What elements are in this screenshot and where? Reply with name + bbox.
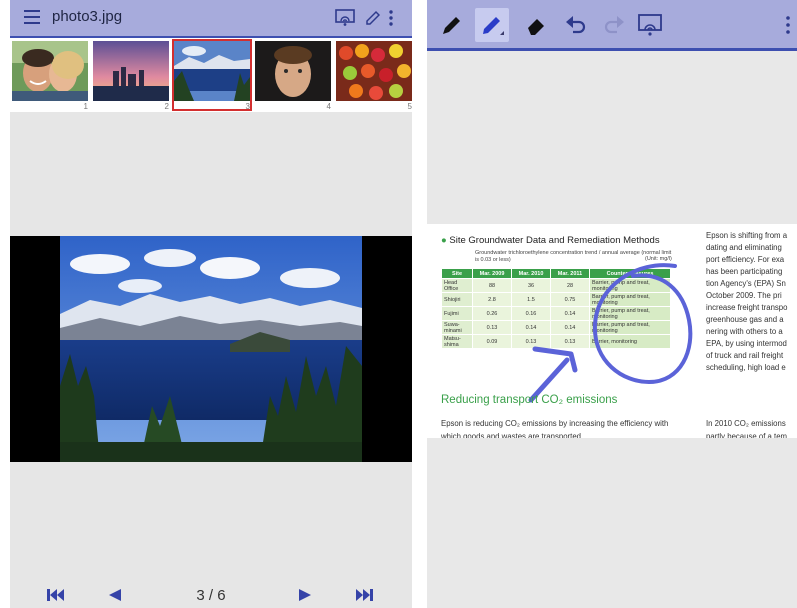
page-counter: 3 / 6 (196, 587, 226, 604)
annotation-screen: ● Site Groundwater Data and Remediation … (427, 0, 797, 608)
column-line: October 2009. The pri (706, 291, 782, 300)
marker-tool[interactable] (435, 8, 469, 42)
cast-button[interactable] (633, 8, 667, 42)
screen-cast-icon[interactable] (335, 9, 355, 27)
thumbnail-image-couple (12, 41, 88, 101)
app-bar: photo3.jpg (10, 0, 412, 38)
thumbnail-number: 3 (245, 102, 250, 111)
column-line: EPA, by using intermod (706, 339, 787, 348)
column-line: increase freight transpo (706, 303, 788, 312)
redo-button[interactable] (597, 8, 631, 42)
column-line: Epson is shifting from a (706, 231, 788, 240)
column-line: tion Agency's (EPA) Sn (706, 279, 786, 288)
document-page[interactable]: ● Site Groundwater Data and Remediation … (427, 224, 797, 438)
thumbnail-5[interactable]: 5 (336, 41, 412, 111)
redo-icon (604, 16, 624, 34)
eraser-tool[interactable] (519, 8, 553, 42)
thumbnail-number: 5 (407, 102, 412, 111)
pen-icon (483, 17, 504, 35)
thumbnail-number: 1 (83, 102, 88, 111)
main-photo-mountain-lake (60, 236, 362, 462)
hamburger-menu-icon[interactable] (24, 10, 40, 24)
second-column-footer: In 2010 CO₂ emissions partly because of … (706, 417, 787, 438)
photo-viewer-screen: photo3.jpg 1 2 3 4 5 3 / 6 (10, 0, 412, 608)
thumbnail-4[interactable]: 4 (255, 41, 331, 111)
more-vertical-icon (786, 16, 790, 34)
more-vertical-icon[interactable] (388, 9, 394, 27)
thumbnail-3[interactable]: 3 (172, 39, 252, 111)
thumbnail-image-lake (174, 41, 250, 101)
column-line: nering with others to a (706, 327, 783, 336)
photo-display[interactable] (10, 236, 412, 462)
thumbnail-2[interactable]: 2 (93, 41, 169, 111)
column-line: scheduling, high load e (706, 363, 786, 372)
undo-icon (566, 16, 586, 34)
column-line: greenhouse gas and a (706, 315, 784, 324)
second-column: Epson is shifting from a dating and elim… (706, 230, 797, 374)
drawing-toolbar (427, 0, 797, 51)
thumbnail-1[interactable]: 1 (12, 41, 88, 111)
more-button[interactable] (771, 8, 797, 42)
pen-tool[interactable] (475, 8, 509, 42)
skip-last-icon[interactable] (354, 588, 374, 602)
thumbnail-number: 4 (326, 102, 331, 111)
page-navigation: 3 / 6 (10, 582, 412, 608)
undo-button[interactable] (559, 8, 593, 42)
column-line: has been participating (706, 267, 783, 276)
thumbnail-image-city (93, 41, 169, 101)
document-subheading: Reducing transport CO₂ emissions (441, 394, 618, 406)
thumbnail-strip: 1 2 3 4 5 (10, 38, 412, 112)
thumbnail-image-boy (255, 41, 331, 101)
column-line: of truck and rail freight (706, 351, 784, 360)
eraser-icon (528, 19, 544, 35)
column-line: port efficiency. For exa (706, 255, 785, 264)
screen-cast-icon (638, 14, 662, 36)
pen-icon[interactable] (364, 9, 380, 27)
column-line: partly because of a tem (706, 432, 788, 438)
thumbnail-number: 2 (164, 102, 169, 111)
marker-icon (443, 17, 460, 34)
thumbnail-image-fruit (336, 41, 412, 101)
next-icon[interactable] (298, 588, 312, 602)
document-paragraph: Epson is reducing CO₂ emissions by incre… (441, 419, 669, 438)
file-title: photo3.jpg (52, 8, 123, 25)
column-line: dating and eliminating (706, 243, 782, 252)
column-line: In 2010 CO₂ emissions (706, 419, 786, 428)
